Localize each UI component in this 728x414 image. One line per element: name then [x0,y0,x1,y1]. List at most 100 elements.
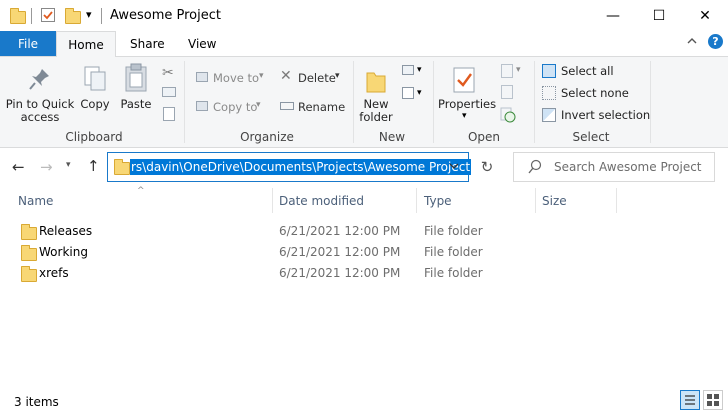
qat-separator [101,8,102,24]
organize-group-label: Organize [240,130,294,144]
delete-button[interactable]: Delete [298,71,336,85]
file-type: File folder [424,266,483,280]
sort-indicator-icon: ^ [137,186,145,196]
ribbon: Pin to Quick access Copy Paste ✂ Clipboa… [0,56,728,148]
file-name: Releases [39,224,93,238]
rename-icon [280,102,294,110]
column-divider[interactable] [272,188,273,213]
window-title: Awesome Project [110,8,221,23]
details-view-icon[interactable] [680,390,700,410]
minimize-button[interactable]: — [590,0,636,31]
qat-separator [31,8,32,24]
properties-icon[interactable] [41,8,55,22]
group-separator [650,61,651,143]
file-type: File folder [424,245,483,259]
search-icon [528,159,542,178]
search-input[interactable]: Search Awesome Project [513,152,715,182]
column-divider[interactable] [535,188,536,213]
tab-home[interactable]: Home [56,31,116,57]
move-to-button[interactable]: Move to [213,71,259,85]
column-divider[interactable] [416,188,417,213]
back-icon[interactable]: ← [12,158,25,176]
pin-to-quick-access-button[interactable]: Pin to Quick access [4,98,76,124]
column-header-date[interactable]: Date modified [279,194,364,208]
delete-icon: ✕ [280,68,292,84]
new-folder-icon[interactable] [65,8,81,24]
file-type: File folder [424,224,483,238]
table-row[interactable]: Working 6/21/2021 12:00 PM File folder [0,243,620,263]
folder-icon [114,159,130,175]
new-folder-icon [366,69,386,96]
large-icons-view-icon[interactable] [703,390,723,410]
select-group-label: Select [572,130,610,144]
ribbon-tabs: File Home Share View ? [0,31,728,57]
chevron-down-icon[interactable] [448,160,460,175]
properties-button[interactable]: Properties [438,98,496,111]
maximize-button[interactable]: ☐ [636,0,682,31]
column-header-name[interactable]: Name [18,194,53,208]
rename-button[interactable]: Rename [298,100,345,114]
table-row[interactable]: Releases 6/21/2021 12:00 PM File folder [0,222,620,242]
status-item-count: 3 items [14,395,59,409]
chevron-down-icon: ▾ [417,65,422,75]
file-date: 6/21/2021 12:00 PM [279,224,401,238]
chevron-down-icon: ▾ [335,71,340,81]
pin-icon [29,67,51,94]
select-none-button[interactable]: Select none [561,86,629,100]
qat-dropdown-icon[interactable]: ▾ [86,8,92,21]
address-bar[interactable]: rs\davin\OneDrive\Documents\Projects\Awe… [107,152,472,182]
folder-icon [10,8,26,24]
edit-icon[interactable] [501,85,513,99]
cut-icon[interactable]: ✂ [162,65,174,81]
file-date: 6/21/2021 12:00 PM [279,266,401,280]
invert-selection-button[interactable]: Invert selection [561,108,650,122]
paste-button[interactable]: Paste [118,98,154,111]
recent-locations-icon[interactable]: ▾ [66,160,71,170]
paste-shortcut-icon[interactable] [163,107,175,121]
open-icon[interactable] [501,64,513,78]
chevron-down-icon: ▾ [256,100,261,110]
folder-icon [21,245,37,261]
copy-to-button[interactable]: Copy to [213,100,257,114]
move-to-icon [196,72,208,82]
file-date: 6/21/2021 12:00 PM [279,245,401,259]
open-group-label: Open [467,130,501,144]
column-divider[interactable] [616,188,617,213]
column-header-size[interactable]: Size [542,194,567,208]
minimize-icon: — [606,7,620,24]
chevron-down-icon: ▾ [417,88,422,98]
folder-icon [21,266,37,282]
chevron-down-icon: ▾ [462,111,467,121]
select-none-icon [542,86,556,100]
copy-icon [83,65,107,96]
select-all-button[interactable]: Select all [561,64,614,78]
forward-icon[interactable]: → [40,158,53,176]
tab-file[interactable]: File [0,31,56,56]
refresh-icon[interactable]: ↻ [475,152,499,182]
copy-path-icon[interactable] [162,87,176,97]
clipboard-group-label: Clipboard [65,130,123,144]
file-name: Working [39,245,88,259]
tab-view[interactable]: View [188,37,216,51]
history-icon[interactable] [500,107,516,126]
copy-to-icon [196,101,208,111]
column-header-type[interactable]: Type [424,194,452,208]
new-group-label: New [378,130,406,144]
copy-button[interactable]: Copy [76,98,114,111]
invert-selection-icon [542,108,556,122]
address-path[interactable]: rs\davin\OneDrive\Documents\Projects\Awe… [130,159,472,175]
tab-share[interactable]: Share [130,37,165,51]
new-folder-button[interactable]: New folder [354,98,398,124]
close-button[interactable]: ✕ [682,0,728,31]
collapse-ribbon-icon[interactable] [686,35,698,50]
help-icon[interactable]: ? [708,34,723,49]
chevron-down-icon: ▾ [259,71,264,81]
chevron-down-icon: ▾ [516,65,521,75]
table-row[interactable]: xrefs 6/21/2021 12:00 PM File folder [0,264,620,284]
new-item-icon[interactable] [402,65,414,75]
up-icon[interactable]: ↑ [87,157,100,175]
group-separator [433,61,434,143]
paste-icon [124,63,150,96]
maximize-icon: ☐ [652,7,666,24]
easy-access-icon[interactable] [402,87,414,99]
